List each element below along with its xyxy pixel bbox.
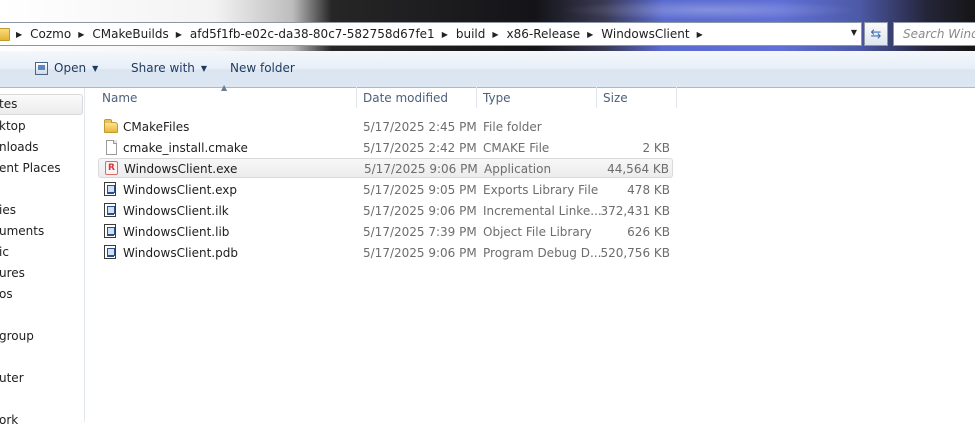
chevron-right-icon[interactable]: ▶ [440, 30, 450, 39]
nav-item-desktop[interactable]: ktop [0, 119, 26, 133]
file-type: File folder [483, 120, 542, 134]
file-size: 372,431 KB [600, 204, 670, 218]
nav-item-documents[interactable]: uments [0, 224, 44, 238]
chevron-down-icon: ▼ [92, 63, 99, 73]
application-icon: R [105, 161, 118, 175]
open-icon [35, 61, 48, 75]
column-header-name[interactable]: Name [102, 91, 137, 105]
column-divider[interactable] [596, 86, 597, 108]
breadcrumb-guid-folder[interactable]: afd5f1fb-e02c-da38-80c7-582758d67fe1 [184, 27, 440, 41]
library-file-icon [104, 245, 116, 259]
breadcrumb-cozmo[interactable]: Cozmo [24, 27, 76, 41]
column-divider[interactable] [476, 86, 477, 108]
open-label: Open [54, 61, 87, 75]
column-header-type[interactable]: Type [483, 91, 511, 105]
library-file-icon [104, 224, 116, 238]
file-date-modified: 5/17/2025 9:06 PM [364, 162, 478, 176]
share-with-label: Share with [131, 61, 195, 75]
command-toolbar: Open ▼ Share with ▼ New folder [0, 51, 975, 88]
chevron-right-icon[interactable]: ▶ [695, 30, 705, 39]
nav-item-libraries[interactable]: ies [0, 203, 16, 217]
file-row-cmakefiles[interactable]: CMakeFiles 5/17/2025 2:45 PM File folder [98, 117, 673, 137]
file-type: Program Debug D... [483, 246, 602, 260]
file-row-cmake-install[interactable]: cmake_install.cmake 5/17/2025 2:42 PM CM… [98, 138, 673, 158]
share-with-button[interactable]: Share with ▼ [131, 61, 207, 75]
file-type: CMAKE File [483, 141, 550, 155]
library-file-icon [104, 182, 116, 196]
nav-item-videos[interactable]: os [0, 287, 13, 301]
nav-item-pictures[interactable]: ures [0, 266, 25, 280]
file-size: 478 KB [627, 183, 670, 197]
file-name: CMakeFiles [123, 120, 190, 134]
nav-item-music[interactable]: ic [0, 245, 9, 259]
file-size: 2 KB [642, 141, 670, 155]
nav-item-downloads[interactable]: nloads [0, 140, 39, 154]
chevron-right-icon[interactable]: ▶ [76, 30, 86, 39]
chevron-right-icon[interactable]: ▶ [585, 30, 595, 39]
breadcrumb-windowsclient[interactable]: WindowsClient [595, 27, 694, 41]
file-type: Object File Library [483, 225, 592, 239]
file-row-windowsclient-exe[interactable]: R WindowsClient.exe 5/17/2025 9:06 PM Ap… [98, 158, 673, 178]
chevron-down-icon[interactable]: ▼ [851, 28, 857, 37]
file-name: WindowsClient.exe [124, 162, 238, 176]
document-icon [106, 140, 117, 155]
new-folder-button[interactable]: New folder [230, 61, 295, 75]
column-header-size[interactable]: Size [603, 91, 628, 105]
open-button[interactable]: Open ▼ [35, 61, 98, 75]
window-top-bar: ▶ Cozmo ▶ CMakeBuilds ▶ afd5f1fb-e02c-da… [0, 0, 975, 51]
search-input[interactable]: Search Windo [893, 22, 975, 46]
file-name: cmake_install.cmake [123, 141, 248, 155]
folder-icon [104, 119, 118, 133]
file-date-modified: 5/17/2025 9:05 PM [363, 183, 477, 197]
column-divider[interactable] [356, 86, 357, 108]
nav-item-recent-places[interactable]: ent Places [0, 161, 61, 175]
file-date-modified: 5/17/2025 2:45 PM [363, 120, 477, 134]
file-type: Incremental Linke... [483, 204, 602, 218]
chevron-down-icon: ▼ [200, 63, 208, 73]
file-size: 626 KB [627, 225, 670, 239]
nav-item-computer[interactable]: uter [0, 371, 24, 385]
sort-ascending-icon: ▲ [221, 83, 228, 92]
breadcrumb-build[interactable]: build [450, 27, 491, 41]
navigation-pane: tes ktop nloads ent Places ies uments ic… [0, 88, 85, 427]
refresh-icon: ⇆ [870, 26, 882, 42]
column-header-date-modified[interactable]: Date modified [363, 91, 448, 105]
library-file-icon [104, 203, 116, 217]
file-date-modified: 5/17/2025 7:39 PM [363, 225, 477, 239]
file-date-modified: 5/17/2025 2:42 PM [363, 141, 477, 155]
file-row-windowsclient-ilk[interactable]: WindowsClient.ilk 5/17/2025 9:06 PM Incr… [98, 201, 673, 221]
file-type: Exports Library File [483, 183, 599, 197]
chevron-right-icon[interactable]: ▶ [174, 30, 184, 39]
file-name: WindowsClient.pdb [123, 246, 238, 260]
nav-item-homegroup[interactable]: group [0, 329, 34, 343]
new-folder-label: New folder [230, 61, 295, 75]
chevron-right-icon[interactable]: ▶ [490, 30, 500, 39]
breadcrumb-x86-release[interactable]: x86-Release [501, 27, 586, 41]
nav-item-favorites[interactable]: tes [0, 97, 17, 111]
file-row-windowsclient-lib[interactable]: WindowsClient.lib 5/17/2025 7:39 PM Obje… [98, 222, 673, 242]
file-date-modified: 5/17/2025 9:06 PM [363, 204, 477, 218]
file-name: WindowsClient.lib [123, 225, 230, 239]
file-size: 520,756 KB [600, 246, 670, 260]
file-name: WindowsClient.exp [123, 183, 238, 197]
file-type: Application [484, 162, 552, 176]
file-size: 44,564 KB [607, 162, 669, 176]
breadcrumb-cmakebuilds[interactable]: CMakeBuilds [86, 27, 173, 41]
refresh-button[interactable]: ⇆ [864, 22, 888, 46]
file-date-modified: 5/17/2025 9:06 PM [363, 246, 477, 260]
file-name: WindowsClient.ilk [123, 204, 229, 218]
file-row-windowsclient-pdb[interactable]: WindowsClient.pdb 5/17/2025 9:06 PM Prog… [98, 243, 673, 263]
address-bar[interactable]: ▶ Cozmo ▶ CMakeBuilds ▶ afd5f1fb-e02c-da… [0, 22, 862, 46]
background-glow [560, 0, 860, 20]
chevron-right-icon[interactable]: ▶ [14, 30, 24, 39]
column-divider[interactable] [676, 86, 677, 108]
file-row-windowsclient-exp[interactable]: WindowsClient.exp 5/17/2025 9:05 PM Expo… [98, 180, 673, 200]
nav-item-network[interactable]: ork [0, 413, 18, 427]
folder-icon [0, 27, 10, 41]
